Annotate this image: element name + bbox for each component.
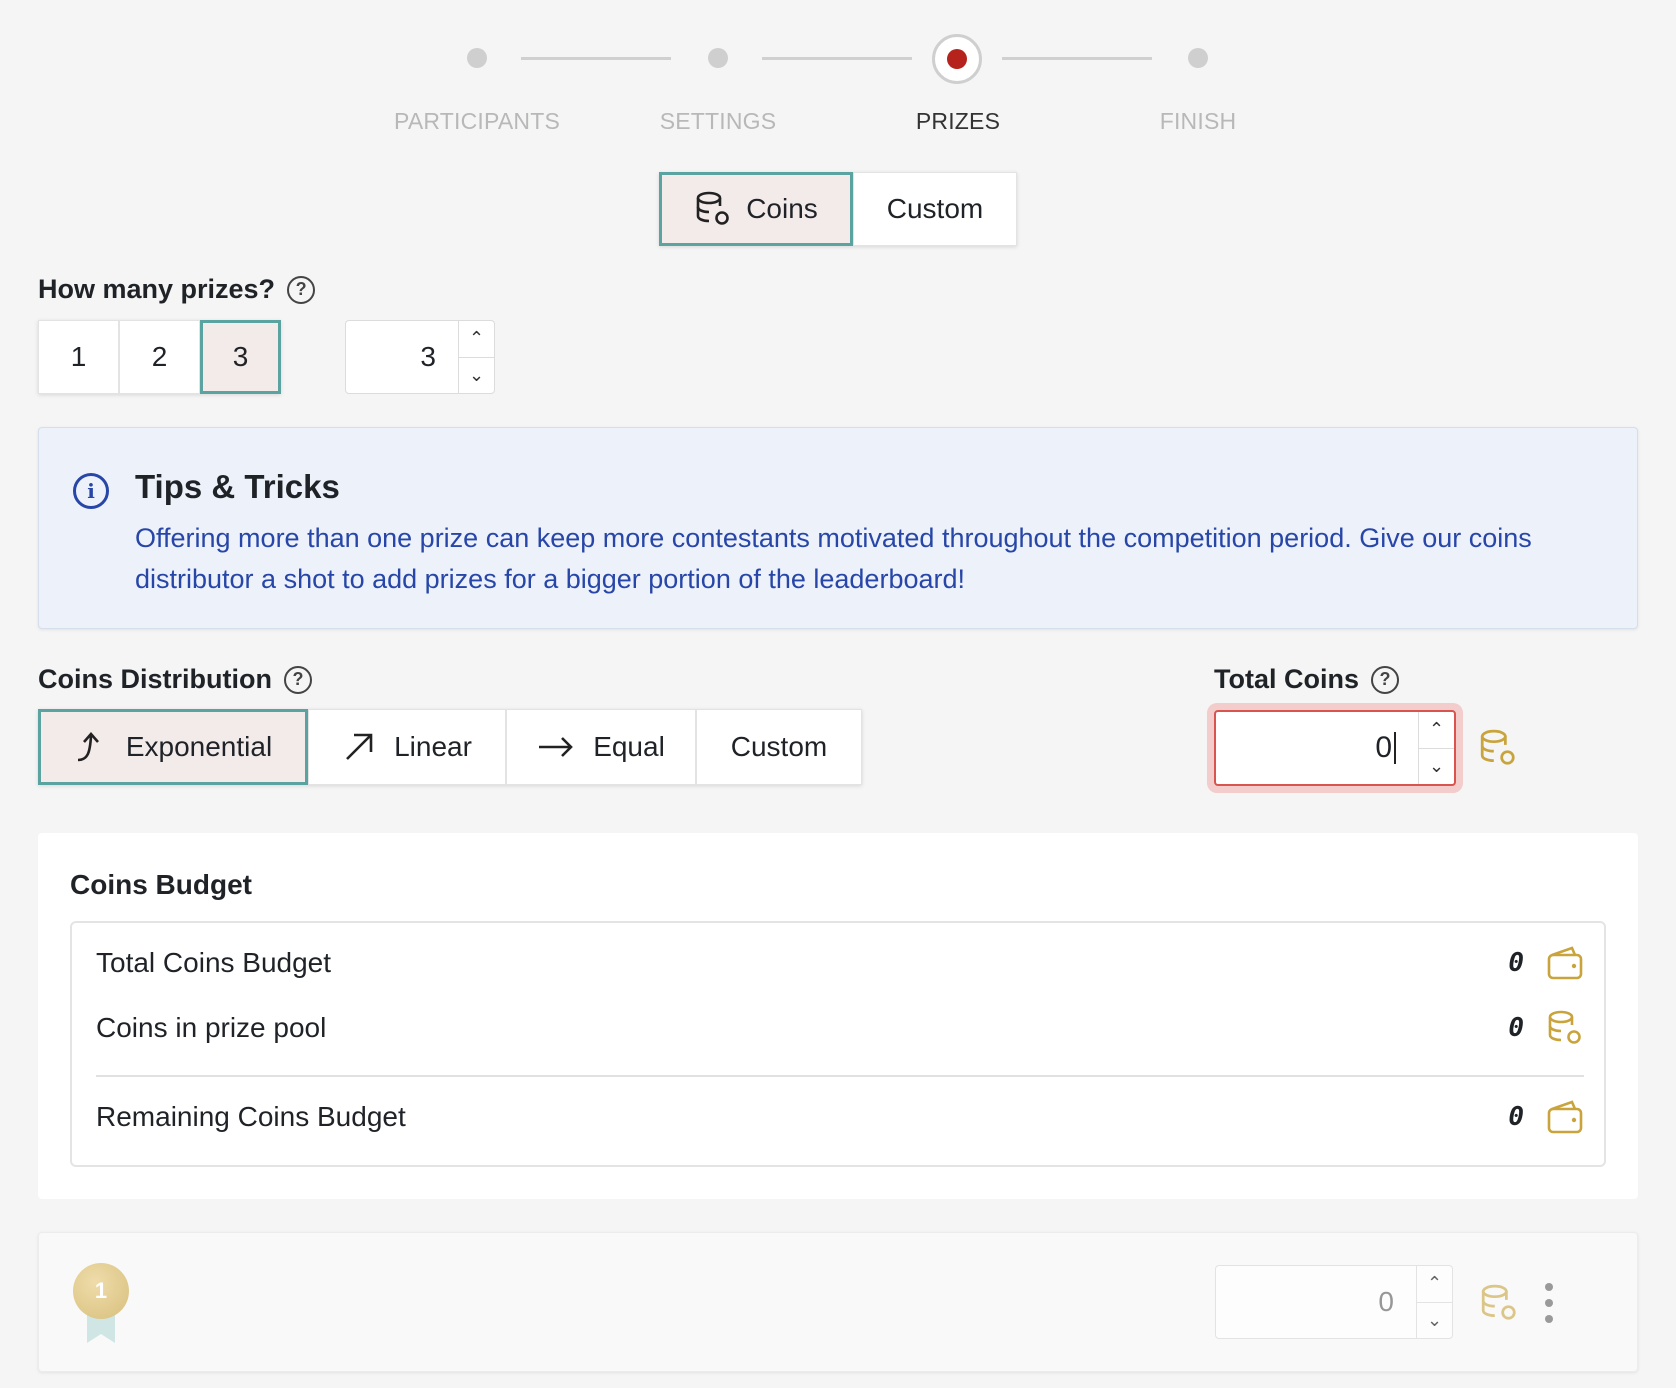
coins-icon <box>1480 729 1515 765</box>
info-icon: i <box>73 473 109 509</box>
help-icon[interactable]: ? <box>283 665 312 694</box>
budget-row-prize-pool: Coins in prize pool 0 <box>96 1009 1584 1047</box>
chevron-up-icon[interactable]: ⌃ <box>1419 712 1454 748</box>
prizes-count-value[interactable]: 3 <box>346 321 458 393</box>
distribution-exponential-button[interactable]: Exponential <box>38 709 308 785</box>
medal-rank: 1 <box>73 1263 129 1319</box>
prizes-count-3[interactable]: 3 <box>200 320 281 394</box>
chevron-down-icon[interactable]: ⌄ <box>1419 747 1454 785</box>
wallet-icon <box>1547 946 1583 980</box>
stepper-controls: ⌃ ⌄ <box>1418 712 1454 784</box>
distribution-label-text: Coins Distribution <box>38 664 272 694</box>
help-icon[interactable]: ? <box>1371 665 1399 694</box>
chevron-down-icon[interactable]: ⌄ <box>1417 1301 1452 1339</box>
distribution-custom-button[interactable]: Custom <box>696 709 862 785</box>
prizes-count-group: 1 2 3 <box>38 320 281 394</box>
stepper-controls: ⌃ ⌄ <box>1416 1266 1452 1338</box>
wallet-icon <box>1547 1100 1583 1134</box>
curved-arrow-icon <box>77 732 99 762</box>
coins-type-button[interactable]: Coins <box>659 172 853 246</box>
distribution-linear-label: Linear <box>394 731 472 762</box>
coins-budget-card: Coins Budget Total Coins Budget 0 Coins … <box>38 833 1638 1199</box>
step-connector <box>1002 57 1152 60</box>
distribution-custom-label: Custom <box>730 731 828 762</box>
arrow-up-right-icon <box>346 733 373 760</box>
budget-divider <box>96 1075 1584 1077</box>
distribution-label: Coins Distribution ? <box>38 664 312 695</box>
chevron-up-icon[interactable]: ⌃ <box>459 321 494 357</box>
step-label-participants: PARTICIPANTS <box>394 108 560 134</box>
chevron-up-icon[interactable]: ⌃ <box>1417 1266 1452 1302</box>
tips-panel: i Tips & Tricks Offering more than one p… <box>38 427 1638 629</box>
coins-icon <box>1481 1284 1516 1320</box>
step-dot-participants[interactable] <box>467 48 487 68</box>
budget-row-value: 0 <box>1508 948 1524 978</box>
budget-row-label: Coins in prize pool <box>96 1012 327 1043</box>
budget-row-remaining: Remaining Coins Budget 0 <box>96 1099 1584 1135</box>
distribution-equal-button[interactable]: Equal <box>506 709 696 785</box>
total-coins-label: Total Coins ? <box>1214 664 1399 695</box>
total-coins-value[interactable]: 0 <box>1216 712 1418 784</box>
total-coins-label-text: Total Coins <box>1214 664 1359 694</box>
distribution-exponential-label: Exponential <box>125 731 273 762</box>
prize-type-toggle: Coins Custom <box>659 172 1017 246</box>
tips-title: Tips & Tricks <box>135 468 340 505</box>
distribution-group: Exponential Linear Equal Custom <box>38 709 862 785</box>
step-label-finish: FINISH <box>1159 108 1237 134</box>
text-cursor <box>1394 732 1396 764</box>
coins-budget-title: Coins Budget <box>70 869 252 900</box>
step-connector <box>521 57 671 60</box>
prizes-count-2[interactable]: 2 <box>119 320 200 394</box>
budget-row-value: 0 <box>1508 1102 1524 1132</box>
coins-type-label: Coins <box>746 193 818 224</box>
step-label-prizes: PRIZES <box>915 108 1001 134</box>
coins-icon <box>1548 1010 1581 1044</box>
budget-row-total: Total Coins Budget 0 <box>96 945 1584 981</box>
arrow-right-icon <box>539 737 574 757</box>
custom-type-button[interactable]: Custom <box>853 172 1017 246</box>
step-dot-settings[interactable] <box>708 48 728 68</box>
stepper: PARTICIPANTS SETTINGS PRIZES FINISH <box>0 20 1676 140</box>
coins-budget-box: Total Coins Budget 0 Coins in prize pool… <box>70 921 1606 1167</box>
medal-icon: 1 <box>73 1263 129 1343</box>
tips-body: Offering more than one prize can keep mo… <box>135 523 1532 594</box>
prizes-count-1[interactable]: 1 <box>38 320 119 394</box>
prize-row: 1 0 ⌃ ⌄ <box>38 1232 1638 1372</box>
total-coins-input[interactable]: 0 ⌃ ⌄ <box>1214 710 1456 786</box>
step-dot-finish[interactable] <box>1188 48 1208 68</box>
prizes-count-label: How many prizes? ? <box>38 274 316 305</box>
step-dot-prizes-active[interactable] <box>932 34 982 84</box>
stepper-controls: ⌃ ⌄ <box>458 321 494 393</box>
coins-icon <box>696 191 730 225</box>
budget-row-label: Total Coins Budget <box>96 947 332 978</box>
distribution-equal-label: Equal <box>593 731 665 762</box>
distribution-linear-button[interactable]: Linear <box>308 709 506 785</box>
step-label-settings: SETTINGS <box>659 108 777 134</box>
chevron-down-icon[interactable]: ⌄ <box>459 356 494 394</box>
more-options-icon[interactable] <box>1539 1283 1559 1323</box>
total-coins-value-text: 0 <box>1375 731 1392 764</box>
help-icon[interactable]: ? <box>287 275 316 304</box>
prizes-count-label-text: How many prizes? <box>38 274 276 304</box>
step-connector <box>762 57 912 60</box>
prize-coins-input[interactable]: 0 ⌃ ⌄ <box>1215 1265 1453 1339</box>
prizes-count-stepper[interactable]: 3 ⌃ ⌄ <box>345 320 495 394</box>
prize-coins-value[interactable]: 0 <box>1216 1266 1416 1338</box>
budget-row-label: Remaining Coins Budget <box>96 1101 406 1132</box>
total-coins-input-focus-ring: 0 ⌃ ⌄ <box>1207 703 1463 793</box>
custom-type-label: Custom <box>886 193 984 224</box>
budget-row-value: 0 <box>1508 1013 1524 1043</box>
